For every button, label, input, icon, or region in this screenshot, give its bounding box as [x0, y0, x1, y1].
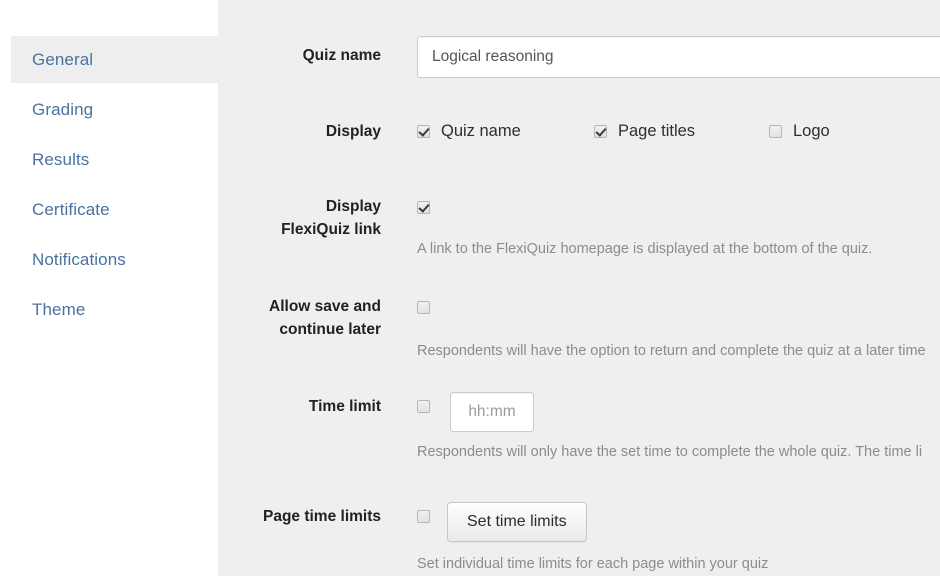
- display-option-label: Page titles: [618, 122, 696, 140]
- sidebar-item-label: Grading: [32, 100, 94, 119]
- checkbox-time-limit[interactable]: [417, 400, 430, 413]
- checkbox-flexiquiz-link[interactable]: [417, 201, 430, 215]
- flexiquiz-link-label-line1: Display: [325, 198, 381, 215]
- sidebar-item-theme[interactable]: Theme: [11, 286, 218, 333]
- save-continue-label-line1: Allow save and: [269, 298, 381, 315]
- sidebar-item-general[interactable]: General: [11, 36, 218, 83]
- sidebar-item-label: Notifications: [32, 250, 126, 269]
- checkbox-display-page-titles[interactable]: [594, 125, 607, 138]
- page-time-limits-label: Page time limits: [262, 508, 381, 525]
- sidebar-item-results[interactable]: Results: [11, 136, 218, 183]
- time-limit-input[interactable]: [450, 392, 534, 432]
- time-limit-help-text: Respondents will only have the set time …: [417, 444, 923, 460]
- checkbox-save-continue[interactable]: [417, 301, 430, 315]
- save-continue-label-line2: continue later: [279, 321, 381, 338]
- sidebar-item-label: Results: [32, 150, 90, 169]
- display-option-label: Logo: [793, 122, 830, 140]
- sidebar-item-certificate[interactable]: Certificate: [11, 186, 218, 233]
- time-limit-label: Time limit: [308, 398, 381, 415]
- sidebar-item-label: Certificate: [32, 200, 110, 219]
- flexiquiz-link-label-line2: FlexiQuiz link: [281, 221, 381, 238]
- display-option-label: Quiz name: [441, 122, 521, 140]
- checkbox-page-time-limits[interactable]: [417, 510, 430, 523]
- quiz-settings-page: General Grading Results Certificate Noti…: [0, 0, 940, 576]
- save-continue-label: Allow save and continue later: [218, 295, 381, 341]
- display-option-quiz-name[interactable]: Quiz name: [417, 122, 521, 141]
- settings-sidebar: General Grading Results Certificate Noti…: [0, 0, 218, 576]
- flexiquiz-link-label: Display FlexiQuiz link: [218, 195, 381, 241]
- checkbox-display-quiz-name[interactable]: [417, 125, 430, 138]
- settings-content-panel: Quiz name Display Quiz name Page titles: [218, 0, 940, 576]
- page-time-limits-help-text: Set individual time limits for each page…: [417, 556, 769, 572]
- display-option-logo[interactable]: Logo: [769, 122, 830, 141]
- save-continue-help-text: Respondents will have the option to retu…: [417, 343, 926, 359]
- set-time-limits-button[interactable]: Set time limits: [447, 502, 587, 542]
- display-label: Display: [325, 123, 381, 140]
- sidebar-item-label: Theme: [32, 300, 86, 319]
- flexiquiz-link-help-text: A link to the FlexiQuiz homepage is disp…: [417, 241, 873, 257]
- quiz-name-label: Quiz name: [302, 47, 381, 64]
- display-option-page-titles[interactable]: Page titles: [594, 122, 695, 141]
- sidebar-item-label: General: [32, 50, 94, 69]
- sidebar-item-grading[interactable]: Grading: [11, 86, 218, 133]
- sidebar-item-notifications[interactable]: Notifications: [11, 236, 218, 283]
- checkbox-display-logo[interactable]: [769, 125, 782, 138]
- quiz-name-input[interactable]: [417, 36, 940, 78]
